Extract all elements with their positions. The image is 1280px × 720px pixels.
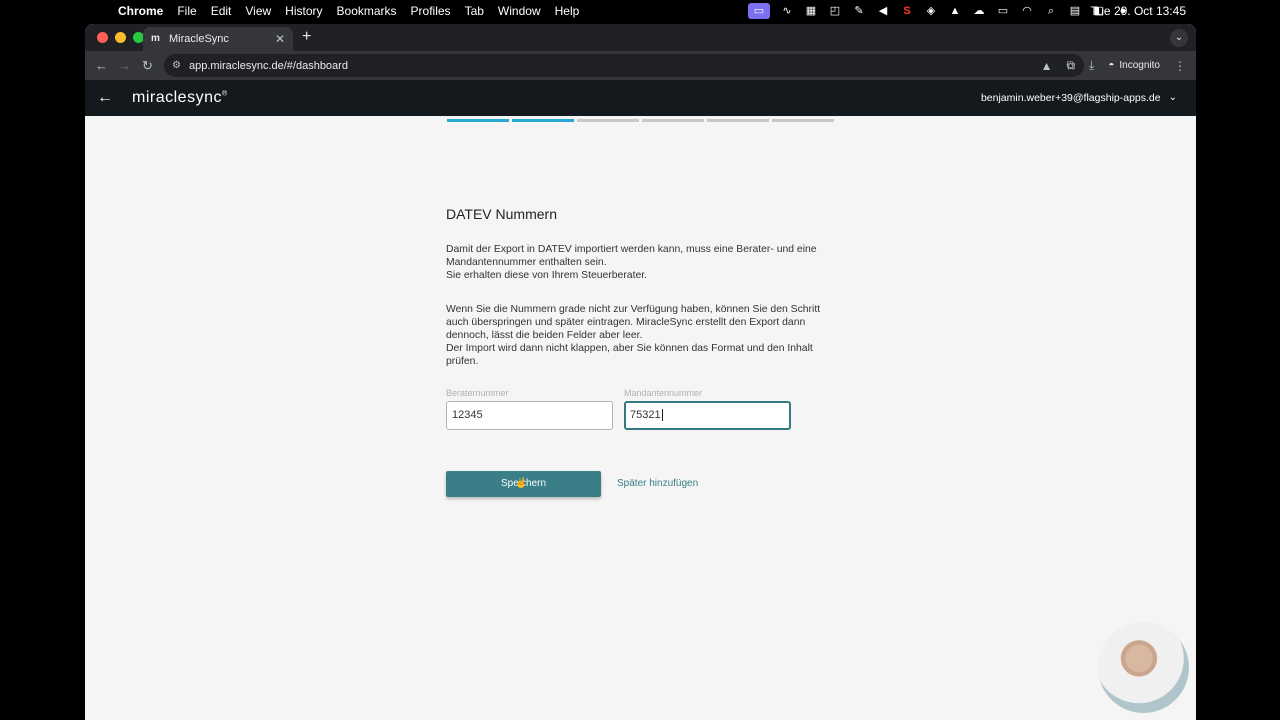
tab-search-icon[interactable]: ⌄ [1170,29,1188,47]
mandant-label: Mandantennummer [624,388,703,398]
menubar-item-bookmarks[interactable]: Bookmarks [337,4,397,18]
berater-label: Beraternummer [446,388,509,398]
step-progress [447,119,834,122]
intro-line-1: Damit der Export in DATEV importiert wer… [446,244,817,268]
mouse-cursor-icon: ☝ [515,478,528,489]
menubar-app-name[interactable]: Chrome [118,4,163,18]
window-controls [97,32,144,43]
progress-step [642,119,704,122]
menubar-item-profiles[interactable]: Profiles [411,4,451,18]
wifi-icon[interactable]: ◠ [1020,5,1034,17]
extension-a-icon[interactable]: ▲ [1041,59,1053,73]
menubar-clock[interactable]: Tue 29. Oct 13:45 [1090,0,1186,22]
incognito-label: Incognito [1119,60,1160,71]
logo-text: miraclesync [132,89,222,106]
minimize-window-icon[interactable] [115,32,126,43]
macos-menubar: Chrome File Edit View History Bookmarks … [0,0,1280,22]
info-line-1: Wenn Sie die Nummern grade nicht zur Ver… [446,304,821,341]
more-menu-icon[interactable]: ⋮ [1174,59,1186,73]
progress-step [772,119,834,122]
eject-icon[interactable]: ▲ [948,5,962,17]
menubar-item-tab[interactable]: Tab [465,4,484,18]
status-tray: ▭ ∿ ▦ ◰ ✎ ◀ S ◈ ▲ ☁ ▭ ◠ ⌕ ▤ ◧ ● [748,0,1130,22]
address-bar[interactable]: ⚙ app.miraclesync.de/#/dashboard ☆ [164,54,1084,77]
layout-icon[interactable]: ▦ [804,5,818,17]
menubar-item-help[interactable]: Help [555,4,580,18]
intro-line-2: Sie erhalten diese von Ihrem Steuerberat… [446,270,648,281]
progress-step [512,119,574,122]
reload-icon[interactable]: ↻ [136,58,159,74]
download-icon[interactable]: ⤓ [1089,58,1094,73]
pen-icon[interactable]: ✎ [852,5,866,17]
url-text[interactable]: app.miraclesync.de/#/dashboard [189,60,348,72]
incognito-icon: ◓ [1108,60,1115,71]
browser-tab[interactable]: m MiracleSync ✕ [143,27,293,51]
screen-record-icon[interactable]: ▭ [748,3,770,19]
tab-favicon: m [151,33,160,44]
app-logo[interactable]: miraclesync® [132,89,228,107]
site-info-icon[interactable]: ⚙ [172,60,181,71]
chevron-down-icon: ⌄ [1168,92,1177,103]
mandant-input[interactable]: 75321 [624,401,791,430]
menubar-item-edit[interactable]: Edit [211,4,232,18]
text-caret [661,409,663,422]
cloud-icon[interactable]: ☁ [972,5,986,17]
mandant-value: 75321 [630,409,661,421]
berater-value: 12345 [452,409,483,421]
logo-mark: ® [221,90,228,98]
add-later-link[interactable]: Später hinzufügen [617,471,698,497]
extensions-icon[interactable]: ⧉ [1066,58,1075,73]
berater-input[interactable]: 12345 [446,401,613,430]
app-header: ← miraclesync® benjamin.weber+39@flagshi… [85,80,1196,116]
forward-icon[interactable]: → [113,58,136,73]
menubar-item-file[interactable]: File [177,4,196,18]
progress-step [707,119,769,122]
search-icon[interactable]: ⌕ [1044,5,1058,17]
user-email: benjamin.weber+39@flagship-apps.de [980,92,1161,104]
back-icon[interactable]: ← [90,58,113,73]
menubar-item-history[interactable]: History [285,4,322,18]
app-store-icon[interactable]: ◰ [828,5,842,17]
close-tab-icon[interactable]: ✕ [275,32,285,46]
app-back-icon[interactable]: ← [97,89,113,107]
info-line-2: Der Import wird dann nicht klappen, aber… [446,343,813,367]
main-content: DATEV Nummern Damit der Export in DATEV … [85,116,1196,692]
page-title: DATEV Nummern [446,206,557,222]
cube-icon[interactable]: ◈ [924,5,938,17]
intro-text: Damit der Export in DATEV importiert wer… [446,243,836,282]
tab-strip: m MiracleSync ✕ + ⌄ [85,24,1196,51]
info-text: Wenn Sie die Nummern grade nicht zur Ver… [446,303,836,368]
incognito-badge[interactable]: ◓ Incognito [1108,60,1160,71]
user-menu[interactable]: benjamin.weber+39@flagship-apps.de ⌄ [981,80,1177,116]
progress-step [447,119,509,122]
tab-title: MiracleSync [169,33,229,45]
menubar-menu: Chrome File Edit View History Bookmarks … [118,4,593,18]
progress-step [577,119,639,122]
close-window-icon[interactable] [97,32,108,43]
toolbar-right: ▲ ⧉ ⤓ ◓ Incognito ⋮ [1041,51,1186,80]
new-tab-icon[interactable]: + [302,28,311,46]
battery-icon[interactable]: ▭ [996,5,1010,17]
menubar-item-view[interactable]: View [245,4,271,18]
display-icon[interactable]: ▤ [1068,5,1082,17]
webcam-overlay [1098,622,1189,713]
browser-window: m MiracleSync ✕ + ⌄ ← → ↻ ⚙ app.miracles… [85,24,1196,720]
waveform-icon[interactable]: ∿ [780,5,794,17]
menubar-item-window[interactable]: Window [498,4,541,18]
volume-icon[interactable]: ◀ [876,5,890,17]
s-app-icon[interactable]: S [900,5,914,17]
browser-toolbar: ← → ↻ ⚙ app.miraclesync.de/#/dashboard ☆… [85,51,1196,80]
